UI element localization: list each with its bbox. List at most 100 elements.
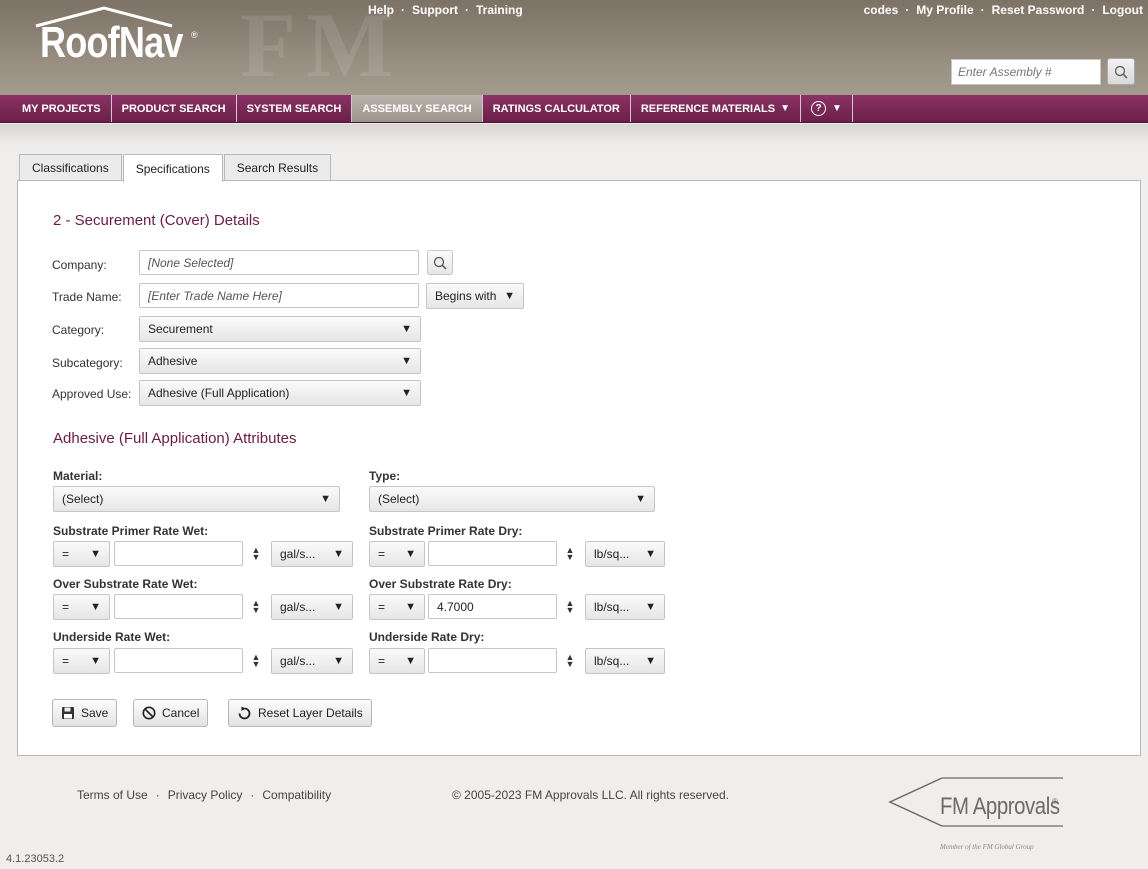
save-button[interactable]: Save <box>52 699 118 727</box>
material-select[interactable]: (Select) ▼ <box>53 486 340 512</box>
trade-name-label: Trade Name: <box>52 290 122 304</box>
nav-my-projects[interactable]: MY PROJECTS <box>0 95 112 122</box>
operator-value: = <box>378 547 386 561</box>
unit-value: lb/sq... <box>594 654 630 668</box>
over-substrate-dry-input[interactable]: 4.7000 <box>428 594 557 619</box>
underside-dry-input[interactable] <box>428 648 557 673</box>
over-substrate-wet-unit-select[interactable]: gal/s... ▼ <box>271 594 353 620</box>
compatibility-link[interactable]: Compatibility <box>262 788 331 802</box>
over-substrate-wet-operator-select[interactable]: = ▼ <box>53 594 110 620</box>
chevron-down-icon: ▼ <box>90 601 101 613</box>
assembly-number-input[interactable] <box>951 59 1101 85</box>
training-link[interactable]: Training <box>476 3 523 17</box>
chevron-down-icon: ▼ <box>780 103 790 114</box>
nav-assembly-search[interactable]: ASSEMBLY SEARCH <box>352 95 483 122</box>
assembly-search-button[interactable] <box>1107 58 1135 85</box>
chevron-down-icon: ▼ <box>832 103 842 114</box>
substrate-primer-wet-unit-select[interactable]: gal/s... ▼ <box>271 541 353 567</box>
approved-use-select[interactable]: Adhesive (Full Application) ▼ <box>139 380 421 406</box>
nav-product-search[interactable]: PRODUCT SEARCH <box>112 95 237 122</box>
substrate-primer-dry-unit-select[interactable]: lb/sq... ▼ <box>585 541 665 567</box>
my-profile-link[interactable]: My Profile <box>916 3 973 17</box>
type-select[interactable]: (Select) ▼ <box>369 486 655 512</box>
tab-search-results[interactable]: Search Results <box>223 154 332 181</box>
trade-name-input[interactable]: [Enter Trade Name Here] <box>139 283 419 308</box>
chevron-down-icon: ▼ <box>90 655 101 667</box>
fm-approvals-logo[interactable]: FM Approvals <box>940 793 1060 821</box>
reset-label: Reset Layer Details <box>258 706 363 720</box>
category-value: Securement <box>148 322 213 336</box>
substrate-primer-dry-operator-select[interactable]: = ▼ <box>369 541 425 567</box>
down-arrow-icon[interactable]: ▼ <box>252 605 261 614</box>
underside-wet-unit-select[interactable]: gal/s... ▼ <box>271 648 353 674</box>
help-link[interactable]: Help <box>368 3 394 17</box>
type-value: (Select) <box>378 492 420 506</box>
down-arrow-icon[interactable]: ▼ <box>566 659 575 668</box>
operator-value: = <box>62 600 70 614</box>
underside-wet-input[interactable] <box>114 648 243 673</box>
down-arrow-icon[interactable]: ▼ <box>566 552 575 561</box>
substrate-primer-wet-spinner[interactable]: ▲ ▼ <box>245 541 267 566</box>
unit-value: lb/sq... <box>594 600 630 614</box>
operator-value: = <box>378 600 386 614</box>
privacy-policy-link[interactable]: Privacy Policy <box>168 788 243 802</box>
category-select[interactable]: Securement ▼ <box>139 316 421 342</box>
underside-dry-operator-select[interactable]: = ▼ <box>369 648 425 674</box>
reset-password-link[interactable]: Reset Password <box>992 3 1085 17</box>
over-substrate-dry-operator-select[interactable]: = ▼ <box>369 594 425 620</box>
underside-dry-spinner[interactable]: ▲ ▼ <box>559 648 581 673</box>
match-mode-value: Begins with <box>435 289 497 303</box>
cancel-button[interactable]: Cancel <box>133 699 209 727</box>
chevron-down-icon: ▼ <box>333 655 344 667</box>
down-arrow-icon[interactable]: ▼ <box>252 552 261 561</box>
reset-icon <box>238 706 251 719</box>
chevron-down-icon: ▼ <box>405 601 416 613</box>
over-substrate-rate-wet-label: Over Substrate Rate Wet: <box>53 577 198 591</box>
substrate-primer-dry-spinner[interactable]: ▲ ▼ <box>559 541 581 566</box>
chevron-down-icon: ▼ <box>645 601 656 613</box>
logo-registered-mark: ® <box>191 30 198 40</box>
chevron-down-icon: ▼ <box>401 387 412 399</box>
roofnav-logo[interactable]: RoofNav <box>40 18 183 68</box>
logout-link[interactable]: Logout <box>1102 3 1143 17</box>
nav-help-menu[interactable]: ? ▼ <box>801 95 853 122</box>
down-arrow-icon[interactable]: ▼ <box>252 659 261 668</box>
reset-layer-details-button[interactable]: Reset Layer Details <box>228 699 372 727</box>
chevron-down-icon: ▼ <box>405 548 416 560</box>
substrate-primer-dry-input[interactable] <box>428 541 557 566</box>
over-substrate-dry-unit-select[interactable]: lb/sq... ▼ <box>585 594 665 620</box>
nav-system-search[interactable]: SYSTEM SEARCH <box>237 95 353 122</box>
over-substrate-wet-spinner[interactable]: ▲ ▼ <box>245 594 267 619</box>
chevron-down-icon: ▼ <box>635 493 646 505</box>
nav-ratings-calculator[interactable]: RATINGS CALCULATOR <box>483 95 631 122</box>
user-codes-link[interactable]: codes <box>864 3 899 17</box>
underside-dry-unit-select[interactable]: lb/sq... ▼ <box>585 648 665 674</box>
trade-name-match-select[interactable]: Begins with ▼ <box>426 283 524 309</box>
top-links-right: codes · My Profile · Reset Password · Logout <box>863 3 1143 17</box>
material-value: (Select) <box>62 492 104 506</box>
nav-reference-materials[interactable]: REFERENCE MATERIALS ▼ <box>631 95 801 122</box>
underside-wet-operator-select[interactable]: = ▼ <box>53 648 110 674</box>
company-field[interactable]: [None Selected] <box>139 250 419 275</box>
over-substrate-dry-spinner[interactable]: ▲ ▼ <box>559 594 581 619</box>
tab-classifications[interactable]: Classifications <box>19 154 122 181</box>
cancel-icon <box>142 706 156 720</box>
down-arrow-icon[interactable]: ▼ <box>566 605 575 614</box>
terms-of-use-link[interactable]: Terms of Use <box>77 788 148 802</box>
underside-wet-spinner[interactable]: ▲ ▼ <box>245 648 267 673</box>
tab-bar: Classifications Specifications Search Re… <box>19 154 332 182</box>
substrate-primer-wet-operator-select[interactable]: = ▼ <box>53 541 110 567</box>
support-link[interactable]: Support <box>412 3 458 17</box>
version-text: 4.1.23053.2 <box>6 853 65 865</box>
substrate-primer-wet-input[interactable] <box>114 541 243 566</box>
underside-rate-dry-label: Underside Rate Dry: <box>369 630 485 644</box>
subcategory-select[interactable]: Adhesive ▼ <box>139 348 421 374</box>
over-substrate-rate-dry-label: Over Substrate Rate Dry: <box>369 577 512 591</box>
attributes-title: Adhesive (Full Application) Attributes <box>53 430 297 447</box>
tab-specifications[interactable]: Specifications <box>122 154 223 182</box>
over-substrate-wet-input[interactable] <box>114 594 243 619</box>
approved-use-label: Approved Use: <box>52 387 132 401</box>
unit-value: gal/s... <box>280 547 316 561</box>
company-search-button[interactable] <box>427 250 453 275</box>
footer-links: Terms of Use · Privacy Policy · Compatibilit… <box>77 788 332 802</box>
